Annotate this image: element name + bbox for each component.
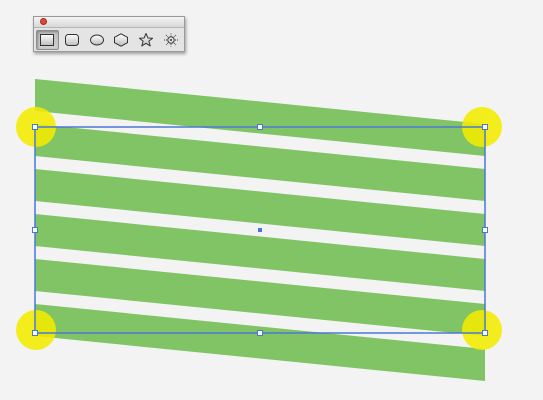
panel-titlebar[interactable] bbox=[34, 17, 184, 28]
rectangle-tool-icon bbox=[40, 34, 55, 46]
rounded-rectangle-tool-button[interactable] bbox=[61, 30, 84, 50]
flare-tool-icon bbox=[163, 33, 178, 47]
ellipse-tool-button[interactable] bbox=[85, 30, 108, 50]
polygon-tool-button[interactable] bbox=[110, 30, 133, 50]
artwork bbox=[16, 79, 502, 381]
handle-top-left[interactable] bbox=[32, 124, 38, 130]
ellipse-tool-icon bbox=[89, 34, 104, 46]
handle-middle-left[interactable] bbox=[32, 227, 38, 233]
selection-center-point bbox=[258, 228, 262, 232]
tool-row bbox=[34, 28, 184, 50]
star-tool-icon bbox=[138, 33, 154, 47]
handle-bottom-right[interactable] bbox=[482, 330, 488, 336]
handle-bottom-left[interactable] bbox=[32, 330, 38, 336]
shape-tools-panel[interactable] bbox=[33, 16, 185, 52]
star-tool-button[interactable] bbox=[135, 30, 158, 50]
artboard-canvas[interactable] bbox=[0, 0, 543, 400]
rounded-rectangle-tool-icon bbox=[65, 34, 79, 46]
flare-tool-button[interactable] bbox=[159, 30, 182, 50]
handle-top-center[interactable] bbox=[257, 124, 263, 130]
handle-bottom-center[interactable] bbox=[257, 330, 263, 336]
close-icon[interactable] bbox=[40, 18, 47, 25]
rectangle-tool-button[interactable] bbox=[36, 30, 59, 50]
handle-top-right[interactable] bbox=[482, 124, 488, 130]
handle-middle-right[interactable] bbox=[482, 227, 488, 233]
polygon-tool-icon bbox=[114, 33, 129, 47]
